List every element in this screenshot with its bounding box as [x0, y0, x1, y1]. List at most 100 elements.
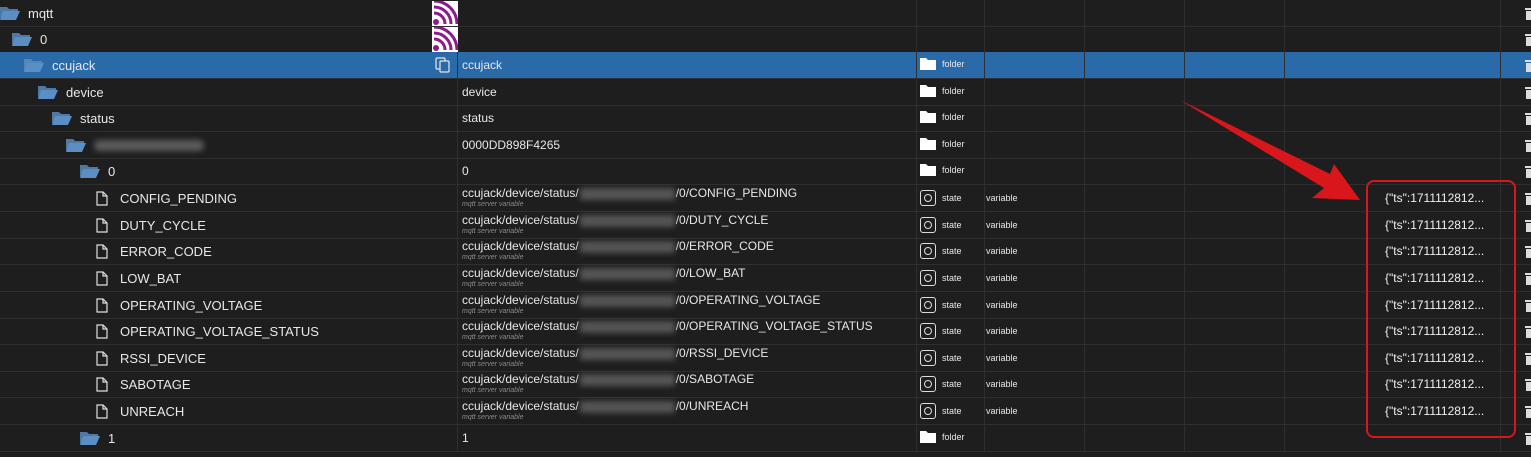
object-description: mqtt server variable — [462, 361, 524, 368]
folder-open-icon — [12, 33, 32, 46]
trash-icon[interactable] — [1525, 7, 1531, 20]
state-icon — [920, 190, 936, 206]
trash-icon[interactable] — [1525, 59, 1531, 72]
id-cell — [458, 0, 917, 26]
type-cell: folder — [917, 158, 985, 184]
name-cell: mqtt — [0, 0, 458, 26]
object-id: ccujack/device/status/ /0/ERROR_CODE — [462, 239, 774, 254]
function-cell — [1185, 212, 1285, 238]
trash-icon[interactable] — [1525, 405, 1531, 418]
tree-row[interactable]: SABOTAGE ccujack/device/status/ /0/SABOTAG… — [0, 371, 1531, 398]
trash-icon[interactable] — [1525, 432, 1531, 445]
name-cell: 1 — [0, 425, 458, 451]
object-id: 0000DD898F4265 — [462, 138, 561, 152]
object-type: folder — [942, 138, 965, 149]
type-wrap: state — [920, 243, 962, 259]
object-name: 1 — [108, 430, 116, 446]
type-wrap: folder — [920, 430, 965, 443]
name-cell: 0 — [0, 26, 458, 52]
trash-icon[interactable] — [1525, 86, 1531, 99]
room-cell — [1085, 79, 1185, 105]
object-description: mqtt server variable — [462, 201, 524, 208]
id-cell: ccujack/device/status/ /0/RSSI_DEVICE mqtt… — [458, 345, 917, 371]
trash-icon[interactable] — [1525, 245, 1531, 258]
tree-row[interactable]: ccujack ccujack folder — [0, 52, 1531, 79]
object-description: mqtt server variable — [462, 387, 524, 394]
id-cell: ccujack/device/status/ /0/DUTY_CYCLE mqtt … — [458, 212, 917, 238]
file-icon — [96, 190, 108, 206]
name-wrap: 0 — [80, 158, 115, 184]
trash-icon[interactable] — [1525, 299, 1531, 312]
file-icon — [96, 323, 108, 339]
object-id-suffix: /0/LOW_BAT — [675, 266, 746, 280]
state-icon — [920, 350, 936, 366]
name-cell: LOW_BAT — [0, 265, 458, 291]
redacted-id-segment — [579, 214, 675, 227]
folder-open-icon — [0, 7, 20, 20]
room-cell — [1085, 0, 1185, 26]
tree-row[interactable]: DUTY_CYCLE ccujack/device/status/ /0/DUTY_… — [0, 212, 1531, 239]
object-type: state — [942, 273, 962, 283]
tree-row[interactable]: LOW_BAT ccujack/device/status/ /0/LOW_BAT m… — [0, 265, 1531, 292]
role-cell — [985, 79, 1085, 105]
object-type: state — [942, 326, 962, 336]
object-id: ccujack/device/status/ /0/OPERATING_VOLTA… — [462, 319, 873, 334]
tree-row[interactable]: OPERATING_VOLTAGE_STATUS ccujack/device/s… — [0, 318, 1531, 345]
id-cell: ccujack/device/status/ /0/OPERATING_VOLTA… — [458, 318, 917, 344]
object-id-prefix: ccujack/device/status/ — [462, 293, 579, 307]
wifi-icon — [432, 27, 458, 52]
tree-row[interactable]: 0 — [0, 26, 1531, 53]
trash-icon[interactable] — [1525, 33, 1531, 46]
role-cell — [985, 105, 1085, 131]
object-id-suffix: /0/DUTY_CYCLE — [675, 213, 769, 227]
object-name: OPERATING_VOLTAGE — [120, 297, 263, 313]
function-cell — [1185, 52, 1285, 78]
type-wrap: state — [920, 190, 962, 206]
copy-icon[interactable] — [435, 57, 451, 73]
object-id-wrap: ccujack/device/status/ /0/UNREACH mqtt ser… — [462, 399, 748, 422]
trash-icon[interactable] — [1525, 112, 1531, 125]
tree-row[interactable]: mqtt — [0, 0, 1531, 27]
type-wrap: state — [920, 297, 962, 313]
trash-icon[interactable] — [1525, 139, 1531, 152]
name-cell: device — [0, 79, 458, 105]
function-cell — [1185, 425, 1285, 451]
trash-icon[interactable] — [1525, 272, 1531, 285]
tree-row[interactable]: RSSI_DEVICE ccujack/device/status/ /0/RSSI… — [0, 345, 1531, 372]
object-id: ccujack/device/status/ /0/SABOTAGE — [462, 372, 754, 387]
trash-icon[interactable] — [1525, 165, 1531, 178]
type-cell: state — [917, 238, 985, 264]
trash-icon[interactable] — [1525, 325, 1531, 338]
object-id-prefix: ccujack/device/status/ — [462, 399, 579, 413]
name-wrap: OPERATING_VOLTAGE_STATUS — [96, 318, 319, 344]
state-icon — [920, 217, 936, 233]
role-cell: variable — [985, 345, 1085, 371]
object-id-prefix: ccujack/device/status/ — [462, 319, 579, 333]
folder-icon — [920, 111, 936, 123]
tree-row[interactable]: OPERATING_VOLTAGE ccujack/device/status/ /… — [0, 292, 1531, 319]
wifi-icon — [432, 1, 458, 26]
name-wrap: CONFIG_PENDING — [96, 185, 237, 211]
value-cell[interactable] — [1285, 26, 1501, 52]
tree-row[interactable]: ERROR_CODE ccujack/device/status/ /0/ERROR… — [0, 238, 1531, 265]
trash-icon[interactable] — [1525, 378, 1531, 391]
trash-icon[interactable] — [1525, 219, 1531, 232]
value-cell[interactable] — [1285, 52, 1501, 78]
object-name: DUTY_CYCLE — [120, 217, 206, 233]
value-cell[interactable] — [1285, 0, 1501, 26]
id-cell: ccujack/device/status/ /0/LOW_BAT mqtt ser… — [458, 265, 917, 291]
object-name: RSSI_DEVICE — [120, 350, 206, 366]
trash-icon[interactable] — [1525, 192, 1531, 205]
role-cell — [985, 0, 1085, 26]
tree-row[interactable]: 1 1 folder — [0, 425, 1531, 452]
trash-icon[interactable] — [1525, 352, 1531, 365]
name-wrap: mqtt — [0, 0, 53, 26]
tree-row[interactable]: UNREACH ccujack/device/status/ /0/UNREACH m… — [0, 398, 1531, 425]
type-cell: state — [917, 265, 985, 291]
name-wrap: OPERATING_VOLTAGE — [96, 292, 262, 318]
type-cell: folder — [917, 79, 985, 105]
object-id-wrap: ccujack/device/status/ /0/OPERATING_VOLTA… — [462, 319, 873, 342]
name-wrap: status — [52, 105, 115, 131]
type-wrap: folder — [920, 57, 965, 70]
role-cell — [985, 132, 1085, 158]
